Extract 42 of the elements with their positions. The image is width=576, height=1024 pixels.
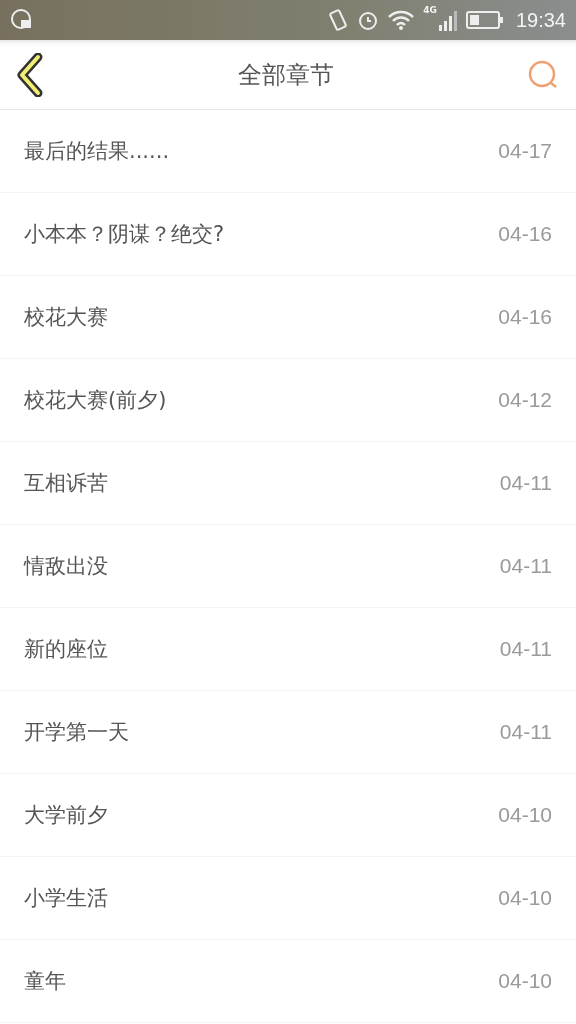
chapter-date: 04-11 — [499, 554, 552, 578]
network-type-label: 4G — [423, 5, 437, 15]
chapter-item[interactable]: 小学生活 04-10 — [0, 857, 576, 940]
chapter-title: 新的座位 — [24, 636, 108, 663]
chapter-title: 小本本？阴谋？绝交? — [24, 221, 225, 248]
wifi-icon — [387, 9, 416, 31]
chapter-date: 04-11 — [499, 637, 552, 661]
alarm-clock-icon — [357, 9, 380, 31]
chapter-date: 04-12 — [498, 388, 552, 412]
chapter-item[interactable]: 互相诉苦 04-11 — [0, 442, 576, 525]
chapter-title: 开学第一天 — [24, 719, 129, 746]
chapter-title: 大学前夕 — [24, 802, 108, 829]
page-title: 全部章节 — [238, 59, 334, 91]
chapter-date: 04-16 — [498, 222, 552, 246]
chapter-date: 04-10 — [498, 886, 552, 910]
battery-icon — [465, 10, 504, 30]
chapter-item[interactable]: 开学第一天 04-11 — [0, 691, 576, 774]
clock-time: 19:34 — [515, 8, 566, 32]
chapter-title: 最后的结果...... — [24, 138, 170, 165]
chapter-item[interactable]: 新的座位 04-11 — [0, 608, 576, 691]
chapter-title: 情敌出没 — [24, 553, 108, 580]
chapter-date: 04-17 — [498, 139, 552, 163]
chapter-item[interactable]: 最后的结果...... 04-17 — [0, 110, 576, 193]
chapter-date: 04-11 — [499, 720, 552, 744]
chapter-date: 04-10 — [498, 803, 552, 827]
notification-icon — [10, 8, 34, 32]
signal-icon — [437, 9, 458, 31]
chapter-item[interactable]: 大学前夕 04-10 — [0, 774, 576, 857]
chapter-title: 互相诉苦 — [24, 470, 108, 497]
chapter-item[interactable]: 童年 04-10 — [0, 940, 576, 1023]
chapter-date: 04-10 — [498, 969, 552, 993]
chapter-date: 04-16 — [498, 305, 552, 329]
chapter-item[interactable]: 情敌出没 04-11 — [0, 525, 576, 608]
chapter-title: 童年 — [24, 968, 66, 995]
chapter-item[interactable]: 小本本？阴谋？绝交? 04-16 — [0, 193, 576, 276]
chapter-item[interactable]: 校花大赛 04-16 — [0, 276, 576, 359]
chapter-item[interactable]: 校花大赛(前夕) 04-12 — [0, 359, 576, 442]
chapter-title: 校花大赛 — [24, 304, 108, 331]
chapter-title: 小学生活 — [24, 885, 108, 912]
chapter-date: 04-11 — [499, 471, 552, 495]
chapter-title: 校花大赛(前夕) — [24, 387, 167, 414]
vibrate-icon — [327, 8, 350, 32]
